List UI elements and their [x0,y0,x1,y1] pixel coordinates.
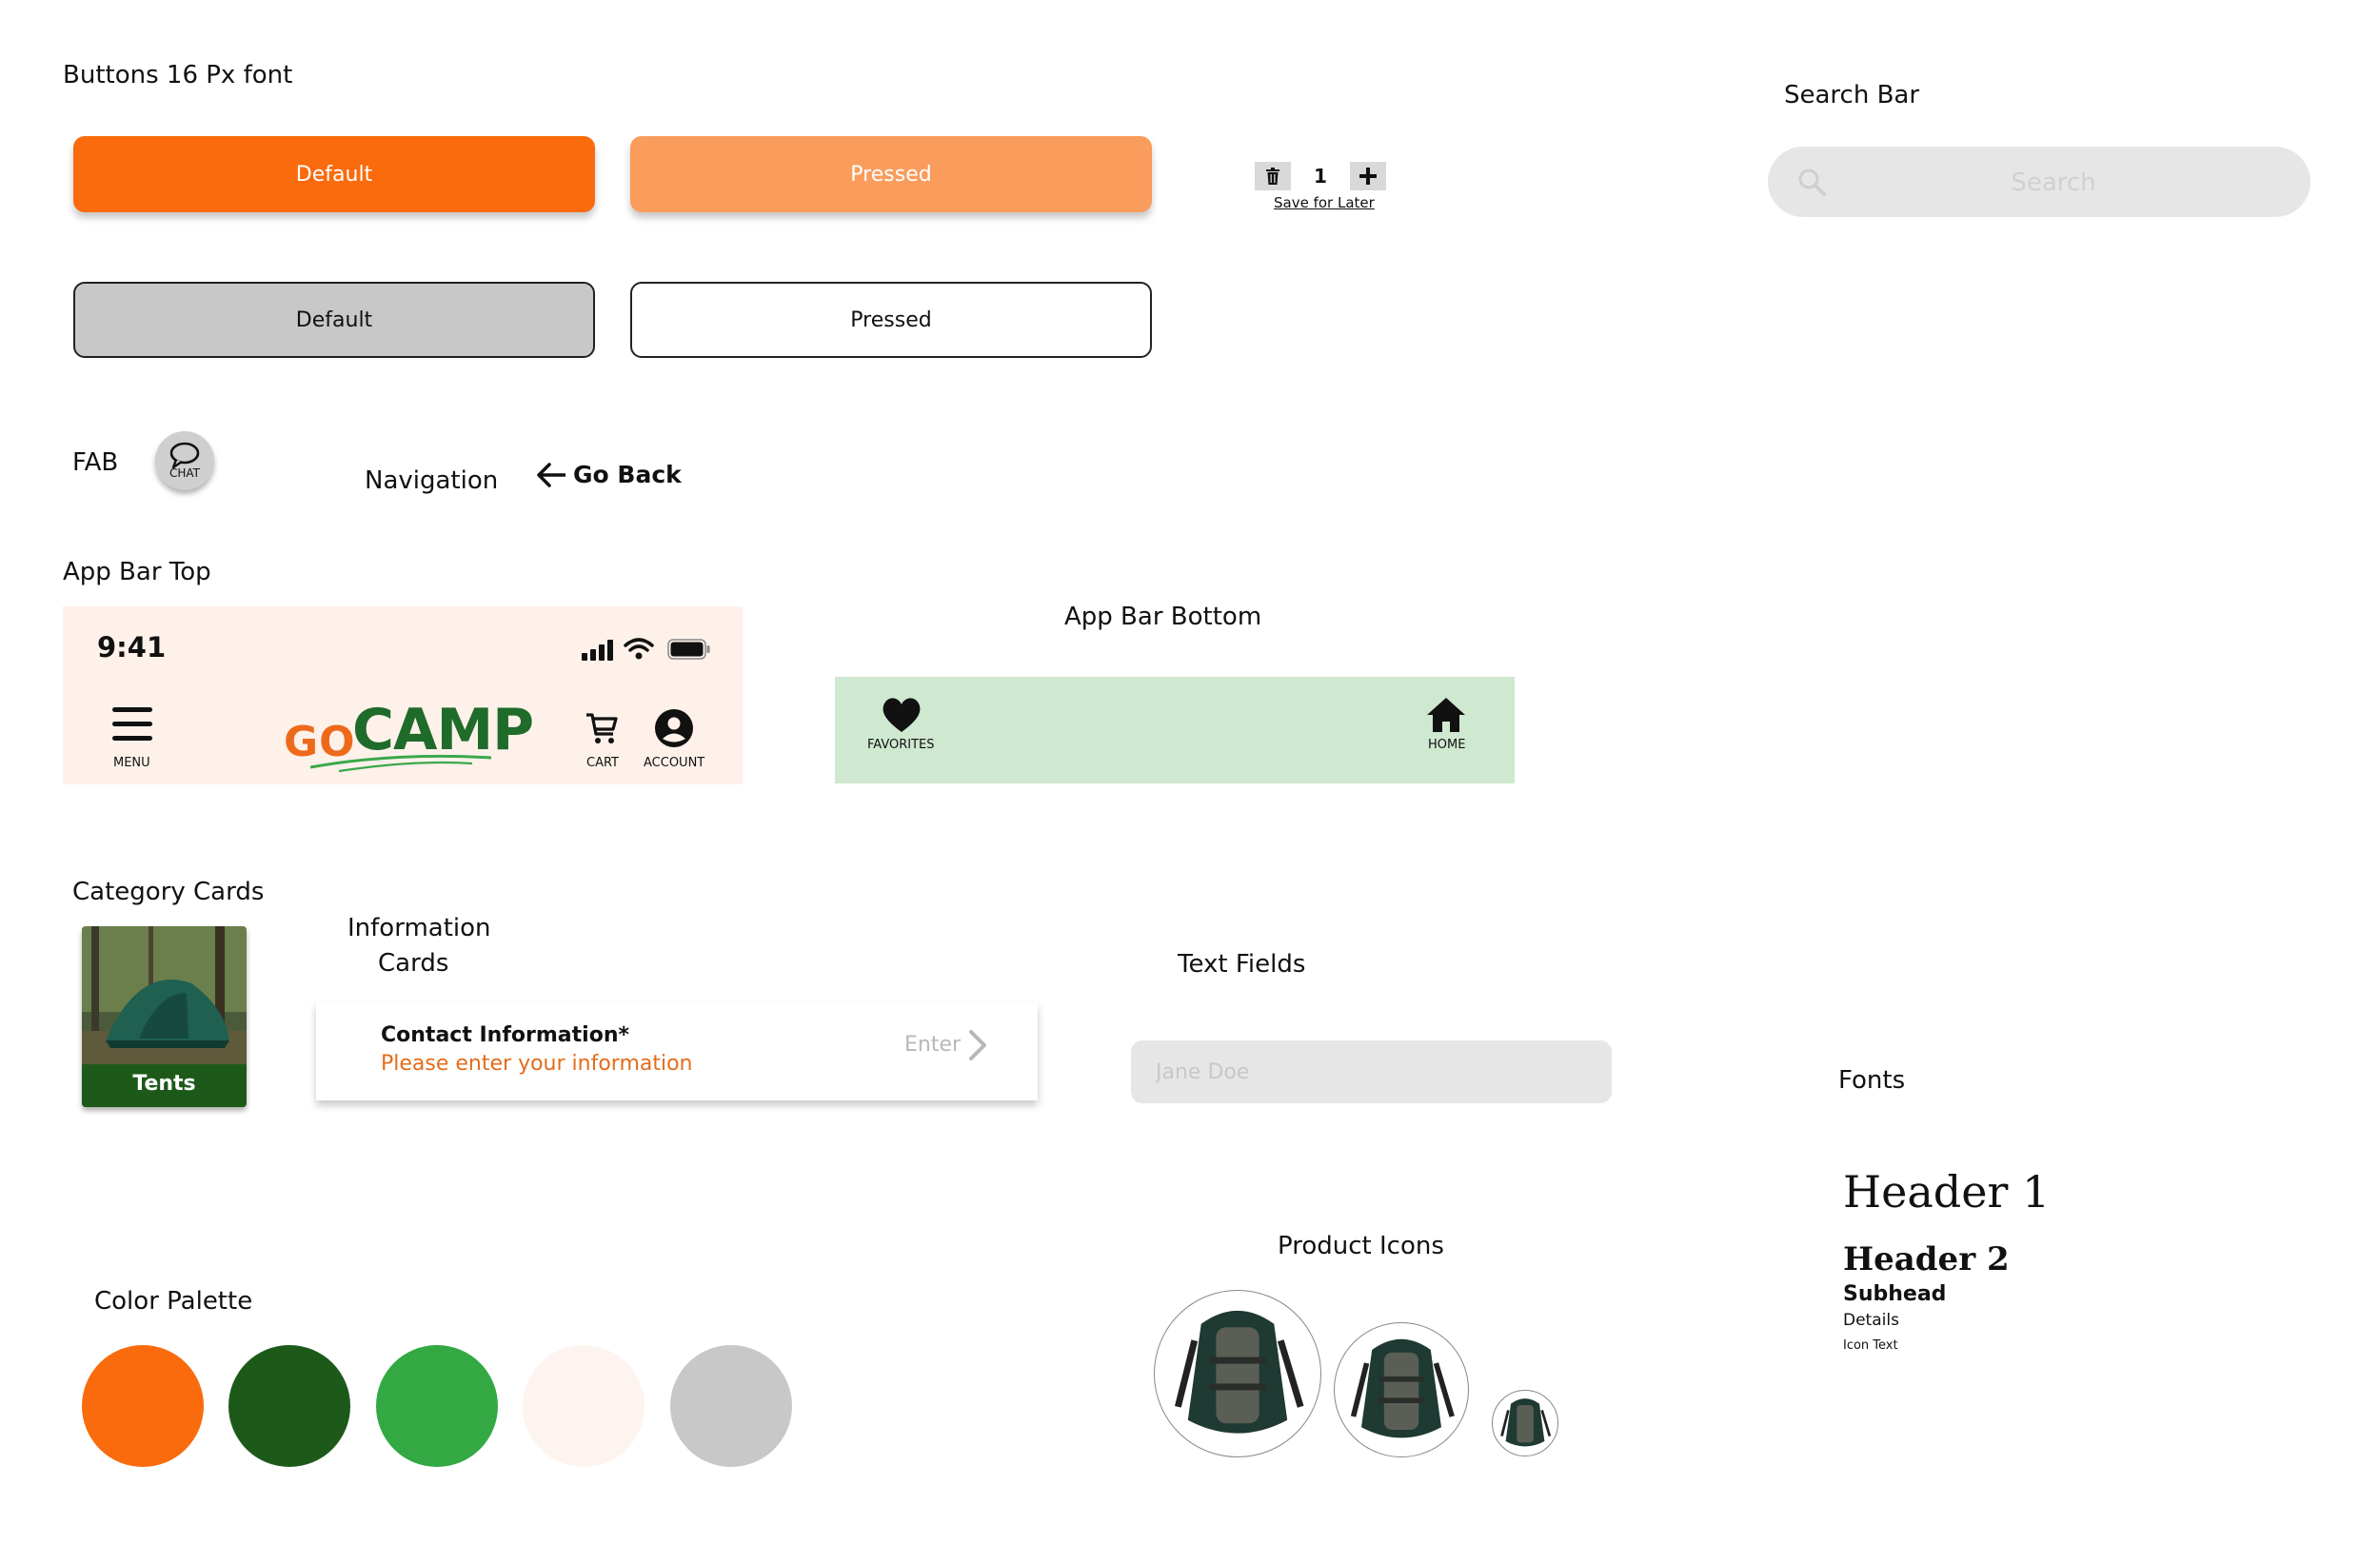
product-icon-small[interactable] [1492,1390,1558,1456]
chat-fab[interactable]: CHAT [155,431,214,490]
search-bar [1768,147,2311,217]
product-icon-medium[interactable] [1334,1322,1469,1457]
wifi-icon [624,638,654,660]
chat-label: CHAT [169,466,200,480]
home-button[interactable] [1425,696,1467,738]
primary-default-button[interactable]: Default [73,136,595,212]
search-icon [1798,168,1826,196]
arrow-left-icon [537,462,565,487]
home-label: HOME [1428,738,1466,752]
chevron-right-icon[interactable] [967,1029,988,1061]
quantity-value[interactable]: 1 [1291,162,1350,190]
details-sample: Details [1843,1311,1899,1330]
buttons-section-title: Buttons 16 Px font [63,61,293,89]
quantity-stepper: 1 [1255,162,1386,190]
gocamp-logo[interactable]: GO CAMP [284,697,534,773]
header-2-sample: Header 2 [1843,1240,2010,1278]
primary-pressed-button[interactable]: Pressed [630,136,1152,212]
swatch-dark-green [228,1345,350,1467]
menu-button[interactable] [110,706,154,746]
secondary-pressed-button[interactable]: Pressed [630,282,1152,358]
info-card-heading: Contact Information* [381,1023,629,1047]
header-1-sample: Header 1 [1843,1166,2051,1218]
info-card-subtitle: Please enter your information [381,1052,693,1076]
status-time: 9:41 [97,631,167,664]
swatch-orange [82,1345,204,1467]
backpack-icon [1174,1310,1304,1434]
account-button[interactable] [655,709,693,751]
go-back-link[interactable]: Go Back [535,461,682,488]
app-bar-bottom-title: App Bar Bottom [1064,603,1262,631]
favorites-button[interactable] [881,696,922,738]
subhead-sample: Subhead [1843,1282,1947,1306]
product-icon-large[interactable] [1154,1290,1321,1457]
backpack-icon [1350,1338,1455,1438]
fonts-section-title: Fonts [1838,1066,1906,1095]
cart-button[interactable] [585,711,619,749]
category-card-tents[interactable]: Tents [82,926,247,1107]
category-cards-title: Category Cards [72,878,265,906]
name-text-field[interactable] [1131,1040,1612,1103]
home-icon [1427,698,1465,732]
delete-button[interactable] [1255,162,1291,190]
account-icon [655,709,693,747]
cart-icon [586,713,618,743]
backpack-icon [1500,1398,1552,1447]
save-for-later-link[interactable]: Save for Later [1274,194,1375,211]
search-section-title: Search Bar [1784,81,1920,109]
swatch-grey [670,1345,792,1467]
color-palette-title: Color Palette [94,1287,253,1316]
logo-swoosh-icon [310,754,492,773]
app-bar-bottom: FAVORITES HOME [835,677,1515,783]
cart-label: CART [586,756,619,770]
information-cards-title-line1: Information [347,914,491,942]
signal-icon [582,640,613,661]
battery-icon [667,639,710,660]
heart-icon [883,698,921,732]
information-cards-title-line2: Cards [378,949,449,978]
text-fields-title: Text Fields [1178,950,1306,979]
information-card[interactable]: Contact Information* Please enter your i… [316,1002,1038,1100]
secondary-default-button[interactable]: Default [73,282,595,358]
menu-label: MENU [113,756,150,770]
icon-text-sample: Icon Text [1843,1338,1898,1353]
trash-icon [1266,168,1279,185]
info-card-enter[interactable]: Enter [904,1033,961,1057]
increment-button[interactable] [1350,162,1386,190]
swatch-green [376,1345,498,1467]
go-back-label: Go Back [573,461,682,488]
favorites-label: FAVORITES [867,738,935,752]
swatch-cream [523,1345,645,1467]
app-bar-top: 9:41 MENU GO CAMP CART ACCOUNT [63,606,743,784]
fab-section-title: FAB [72,448,119,477]
navigation-section-title: Navigation [365,466,499,495]
product-icons-title: Product Icons [1278,1232,1444,1260]
search-input[interactable] [1854,164,2253,202]
chat-icon [169,442,200,468]
account-label: ACCOUNT [644,756,705,770]
app-bar-top-title: App Bar Top [63,558,211,586]
plus-icon [1359,168,1377,185]
tents-label: Tents [132,1072,196,1096]
menu-icon [112,707,152,741]
